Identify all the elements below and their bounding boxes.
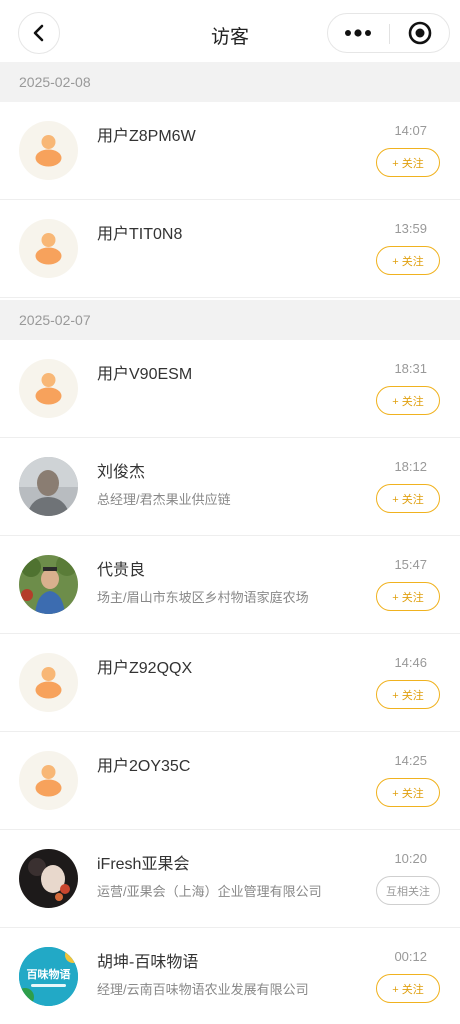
visitor-name: iFresh亚果会 bbox=[97, 856, 190, 873]
visit-time: 00:12 bbox=[394, 949, 427, 964]
visitor-row[interactable]: 用户Z92QQX 14:46 + 关注 bbox=[0, 634, 460, 732]
visit-time: 13:59 bbox=[394, 221, 427, 236]
more-button[interactable] bbox=[328, 14, 388, 52]
visitor-row[interactable]: 用户V90ESM 18:31 + 关注 bbox=[0, 340, 460, 438]
visitor-name: 用户V90ESM bbox=[97, 366, 193, 383]
follow-button[interactable]: + 关注 bbox=[376, 246, 440, 275]
avatar-logo: 百味物语 bbox=[19, 947, 78, 1006]
avatar-photo bbox=[19, 849, 78, 908]
follow-button[interactable]: + 关注 bbox=[376, 680, 440, 709]
visitor-title: 场主/眉山市东坡区乡村物语家庭农场 bbox=[97, 590, 309, 605]
avatar-photo bbox=[19, 555, 78, 614]
visitor-row[interactable]: 代贵良 场主/眉山市东坡区乡村物语家庭农场 15:47 + 关注 bbox=[0, 536, 460, 634]
nav-bar: 访客 bbox=[0, 0, 460, 66]
avatar-placeholder bbox=[19, 219, 78, 278]
follow-button[interactable]: + 关注 bbox=[376, 148, 440, 177]
visitor-name: 刘俊杰 bbox=[97, 464, 146, 481]
visitor-row[interactable]: 用户Z8PM6W 14:07 + 关注 bbox=[0, 102, 460, 200]
avatar-placeholder bbox=[19, 751, 78, 810]
follow-button[interactable]: + 关注 bbox=[376, 386, 440, 415]
visit-time: 14:25 bbox=[394, 753, 427, 768]
follow-button[interactable]: + 关注 bbox=[376, 582, 440, 611]
follow-button[interactable]: + 关注 bbox=[376, 778, 440, 807]
avatar-placeholder bbox=[19, 359, 78, 418]
visit-time: 15:47 bbox=[394, 557, 427, 572]
visitor-row[interactable]: 用户2OY35C 14:25 + 关注 bbox=[0, 732, 460, 830]
visitor-title: 运营/亚果会（上海）企业管理有限公司 bbox=[97, 884, 322, 899]
more-dots-icon bbox=[345, 29, 371, 37]
visitor-row[interactable]: iFresh亚果会 运营/亚果会（上海）企业管理有限公司 10:20 互相关注 bbox=[0, 830, 460, 928]
visitor-row[interactable]: 百味物语 胡坤-百味物语 经理/云南百味物语农业发展有限公司 00:12 + 关… bbox=[0, 928, 460, 1024]
visitor-row[interactable]: 用户TIT0N8 13:59 + 关注 bbox=[0, 200, 460, 298]
mini-program-capsule bbox=[327, 13, 450, 53]
date-header: 2025-02-07 bbox=[0, 300, 460, 340]
follow-button[interactable]: + 关注 bbox=[376, 484, 440, 513]
visitor-name: 胡坤-百味物语 bbox=[97, 954, 199, 971]
visit-time: 14:07 bbox=[394, 123, 427, 138]
visitor-name: 代贵良 bbox=[97, 562, 146, 579]
visitor-row[interactable]: 刘俊杰 总经理/君杰果业供应链 18:12 + 关注 bbox=[0, 438, 460, 536]
avatar-photo bbox=[19, 457, 78, 516]
visit-time: 18:12 bbox=[394, 459, 427, 474]
visit-time: 14:46 bbox=[394, 655, 427, 670]
logo-text: 百味物语 bbox=[27, 967, 71, 981]
visit-time: 10:20 bbox=[394, 851, 427, 866]
avatar-placeholder bbox=[19, 653, 78, 712]
visitor-title: 总经理/君杰果业供应链 bbox=[97, 492, 231, 507]
avatar-placeholder bbox=[19, 121, 78, 180]
visitor-name: 用户Z8PM6W bbox=[97, 128, 196, 145]
target-circle-icon bbox=[408, 21, 432, 45]
visitor-name: 用户TIT0N8 bbox=[97, 226, 183, 243]
visitor-title: 经理/云南百味物语农业发展有限公司 bbox=[97, 982, 309, 997]
follow-button[interactable]: + 关注 bbox=[376, 974, 440, 1003]
mutual-follow-button[interactable]: 互相关注 bbox=[376, 876, 440, 905]
date-header: 2025-02-08 bbox=[0, 62, 460, 102]
close-mini-program-button[interactable] bbox=[390, 14, 450, 52]
visitor-name: 用户2OY35C bbox=[97, 758, 191, 775]
visit-time: 18:31 bbox=[394, 361, 427, 376]
visitor-name: 用户Z92QQX bbox=[97, 660, 193, 677]
